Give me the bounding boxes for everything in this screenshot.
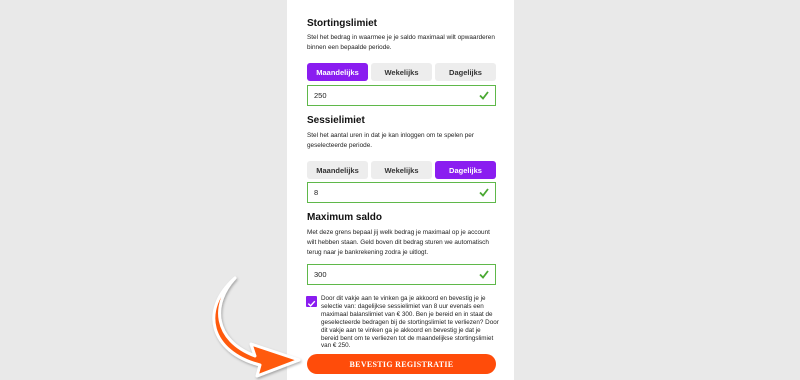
deposit-period-daily-button[interactable]: Dagelijks — [435, 63, 496, 81]
confirm-registration-button[interactable]: BEVESTIG REGISTRATIE — [307, 354, 496, 374]
session-period-monthly-button[interactable]: Maandelijks — [307, 161, 368, 179]
deposit-period-weekly-button[interactable]: Wekelijks — [371, 63, 432, 81]
deposit-period-selector: Maandelijks Wekelijks Dagelijks — [307, 63, 496, 81]
consent-text: Door dit vakje aan te vinken ga je akkoo… — [321, 295, 499, 350]
max-balance-title: Maximum saldo — [307, 212, 383, 223]
consent-checkbox[interactable] — [306, 296, 317, 307]
deposit-period-monthly-button[interactable]: Maandelijks — [307, 63, 368, 81]
max-balance-description: Met deze grens bepaal jij welk bedrag je… — [307, 229, 490, 256]
session-period-selector: Maandelijks Wekelijks Dagelijks — [307, 161, 496, 179]
session-limit-description: Stel het aantal uren in dat je kan inlog… — [307, 132, 474, 149]
valid-check-icon — [479, 188, 489, 197]
pointing-arrow-icon — [212, 276, 301, 378]
max-balance-input[interactable]: 300 — [307, 264, 496, 285]
deposit-limit-description: Stel het bedrag in waarmee je je saldo m… — [307, 34, 495, 51]
deposit-limit-input[interactable]: 250 — [307, 85, 496, 106]
valid-check-icon — [479, 270, 489, 279]
max-balance-value: 300 — [314, 270, 327, 279]
deposit-limit-value: 250 — [314, 91, 327, 100]
session-period-daily-button[interactable]: Dagelijks — [435, 161, 496, 179]
session-limit-input[interactable]: 8 — [307, 182, 496, 203]
session-limit-value: 8 — [314, 188, 319, 197]
deposit-limit-title: Stortingslimiet — [307, 18, 378, 29]
valid-check-icon — [479, 91, 489, 100]
session-limit-title: Sessielimiet — [307, 115, 365, 126]
session-period-weekly-button[interactable]: Wekelijks — [371, 161, 432, 179]
checkmark-icon — [307, 300, 316, 307]
